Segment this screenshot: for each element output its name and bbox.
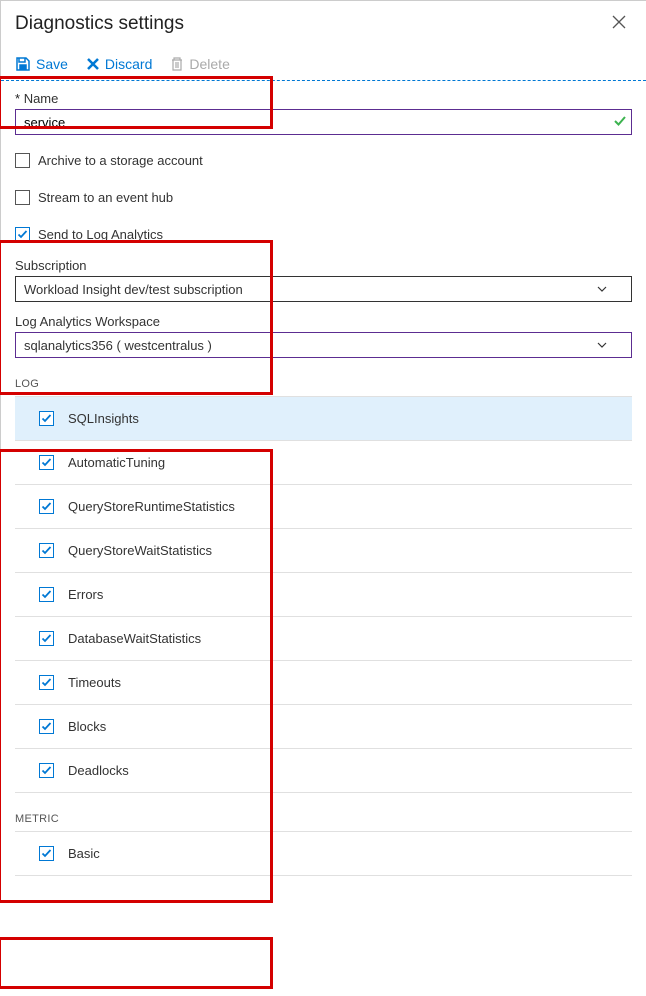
item-checkbox[interactable] [39, 543, 54, 558]
log-category-header: LOG [15, 378, 632, 396]
delete-icon [170, 56, 184, 72]
item-checkbox[interactable] [39, 631, 54, 646]
event-hub-checkbox[interactable] [15, 190, 30, 205]
list-item[interactable]: Errors [15, 573, 632, 617]
save-icon [15, 56, 31, 72]
item-label: Timeouts [68, 675, 121, 690]
name-label: * Name [15, 91, 632, 109]
item-checkbox[interactable] [39, 846, 54, 861]
list-item[interactable]: QueryStoreRuntimeStatistics [15, 485, 632, 529]
item-checkbox[interactable] [39, 587, 54, 602]
item-label: Basic [68, 846, 100, 861]
item-checkbox[interactable] [39, 763, 54, 778]
list-item[interactable]: SQLInsights [15, 397, 632, 441]
log-analytics-label: Send to Log Analytics [38, 227, 163, 242]
list-item[interactable]: DatabaseWaitStatistics [15, 617, 632, 661]
archive-checkbox[interactable] [15, 153, 30, 168]
chevron-down-icon [597, 339, 607, 351]
item-checkbox[interactable] [39, 411, 54, 426]
subscription-label: Subscription [15, 258, 632, 273]
highlight-metric [0, 937, 273, 989]
name-input[interactable] [15, 109, 632, 135]
event-hub-checkbox-row[interactable]: Stream to an event hub [15, 190, 632, 205]
list-item[interactable]: Timeouts [15, 661, 632, 705]
archive-checkbox-row[interactable]: Archive to a storage account [15, 153, 632, 168]
close-button[interactable] [606, 11, 632, 36]
delete-label: Delete [189, 56, 229, 72]
item-label: SQLInsights [68, 411, 139, 426]
subscription-value: Workload Insight dev/test subscription [24, 282, 243, 297]
list-item[interactable]: AutomaticTuning [15, 441, 632, 485]
item-label: QueryStoreWaitStatistics [68, 543, 212, 558]
save-button[interactable]: Save [15, 56, 68, 72]
item-label: Deadlocks [68, 763, 129, 778]
discard-button[interactable]: Discard [86, 56, 152, 72]
item-checkbox[interactable] [39, 719, 54, 734]
subscription-select[interactable]: Workload Insight dev/test subscription [15, 276, 632, 302]
list-item[interactable]: Basic [15, 832, 632, 876]
workspace-select[interactable]: sqlanalytics356 ( westcentralus ) [15, 332, 632, 358]
item-label: Errors [68, 587, 103, 602]
workspace-label: Log Analytics Workspace [15, 314, 632, 329]
item-label: AutomaticTuning [68, 455, 165, 470]
item-label: DatabaseWaitStatistics [68, 631, 201, 646]
chevron-down-icon [597, 283, 607, 295]
name-label-text: Name [24, 91, 59, 106]
log-analytics-checkbox[interactable] [15, 227, 30, 242]
delete-button: Delete [170, 56, 229, 72]
discard-label: Discard [105, 56, 152, 72]
item-label: QueryStoreRuntimeStatistics [68, 499, 235, 514]
event-hub-label: Stream to an event hub [38, 190, 173, 205]
panel-title: Diagnostics settings [15, 13, 184, 35]
save-label: Save [36, 56, 68, 72]
list-item[interactable]: QueryStoreWaitStatistics [15, 529, 632, 573]
valid-check-icon [614, 114, 626, 130]
metric-category-header: METRIC [15, 813, 632, 831]
archive-label: Archive to a storage account [38, 153, 203, 168]
list-item[interactable]: Deadlocks [15, 749, 632, 793]
close-icon [612, 15, 626, 29]
item-checkbox[interactable] [39, 675, 54, 690]
item-checkbox[interactable] [39, 499, 54, 514]
discard-icon [86, 57, 100, 71]
workspace-value: sqlanalytics356 ( westcentralus ) [24, 338, 212, 353]
list-item[interactable]: Blocks [15, 705, 632, 749]
log-analytics-checkbox-row[interactable]: Send to Log Analytics [15, 227, 632, 242]
item-checkbox[interactable] [39, 455, 54, 470]
item-label: Blocks [68, 719, 106, 734]
